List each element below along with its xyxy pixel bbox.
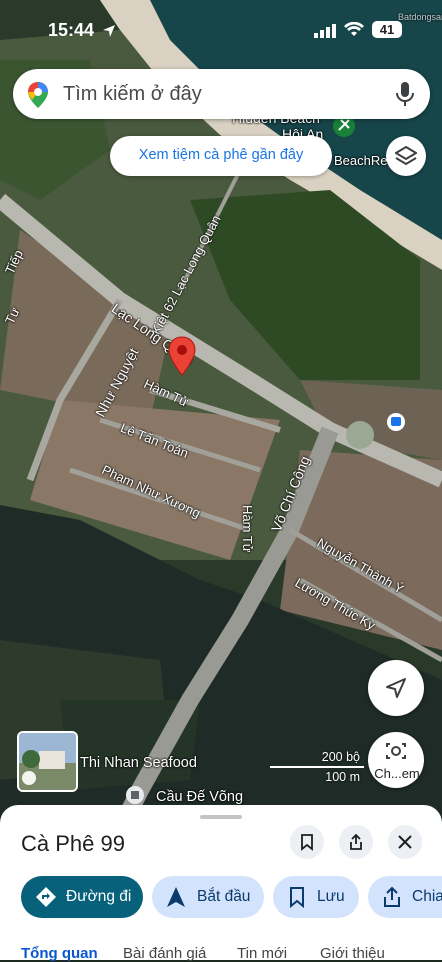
- map-label-ham-tu-2: Hàm Tử: [240, 505, 255, 553]
- share-button[interactable]: [339, 825, 373, 859]
- place-bottom-sheet[interactable]: Cà Phê 99 Đường đi Bắt đầu Lưu Chia Tổng…: [0, 805, 442, 962]
- share-action-label: Chia: [412, 888, 442, 905]
- scale-metric: 100 m: [325, 770, 360, 784]
- bookmark-icon: [301, 834, 313, 851]
- map-label-cau-de-vong: Cầu Đế Võng: [156, 789, 244, 805]
- share-icon: [350, 833, 362, 850]
- camera-lens-icon: [386, 743, 406, 759]
- street-view-image: [19, 733, 76, 790]
- lens-button-label: Ch...em: [374, 766, 420, 781]
- map-label-thi-nhan-seafood: Thi Nhan Seafood: [80, 755, 197, 771]
- navigation-start-icon: [167, 887, 185, 907]
- save-label: Lưu: [317, 888, 345, 905]
- tab-updates[interactable]: Tin mới: [237, 945, 287, 962]
- place-title: Cà Phê 99: [21, 831, 125, 856]
- status-time: 15:44: [48, 20, 95, 40]
- close-icon: [398, 835, 412, 849]
- wifi-icon: [344, 22, 364, 36]
- start-label: Bắt đầu: [197, 888, 251, 905]
- location-arrow-icon: [103, 25, 115, 37]
- directions-label: Đường đi: [66, 888, 132, 905]
- directions-icon: [36, 887, 56, 907]
- nearby-coffee-chip[interactable]: Xem tiệm cà phê gần đây: [110, 136, 332, 176]
- bridge-poi-icon[interactable]: [125, 785, 145, 805]
- street-view-thumbnail[interactable]: [17, 731, 78, 792]
- bus-stop-icon[interactable]: [386, 412, 406, 432]
- signal-icon: [314, 24, 336, 38]
- lens-button[interactable]: Ch...em: [368, 732, 424, 788]
- scale-bar: [270, 766, 364, 768]
- map-scale: 200 bộ 100 m: [270, 750, 366, 786]
- sheet-drag-handle[interactable]: [200, 815, 242, 819]
- status-bar: 15:44 41: [0, 0, 442, 60]
- my-location-button[interactable]: [368, 660, 424, 716]
- directions-button[interactable]: Đường đi: [21, 876, 143, 918]
- microphone-icon[interactable]: [395, 81, 415, 107]
- place-tabs: Tổng quan Bài đánh giá Tin mới Giới thiệ…: [0, 942, 442, 962]
- tab-about[interactable]: Giới thiệu: [320, 945, 385, 962]
- nearby-coffee-chip-label: Xem tiệm cà phê gần đây: [138, 147, 304, 163]
- google-maps-logo-icon: [28, 82, 48, 108]
- battery-indicator: 41: [372, 21, 402, 38]
- scale-imperial: 200 bộ: [321, 750, 360, 764]
- layers-icon: [395, 145, 417, 166]
- start-button[interactable]: Bắt đầu: [152, 876, 264, 918]
- navigation-arrow-icon: [386, 678, 406, 698]
- search-input[interactable]: Tìm kiếm ở đây: [63, 83, 202, 106]
- tab-overview[interactable]: Tổng quan: [21, 945, 98, 962]
- save-bookmark-button[interactable]: [290, 825, 324, 859]
- save-bookmark-icon: [290, 887, 304, 908]
- layers-button[interactable]: [386, 136, 426, 176]
- save-button[interactable]: Lưu: [273, 876, 359, 918]
- search-bar[interactable]: Tìm kiếm ở đây: [13, 69, 430, 119]
- close-button[interactable]: [388, 825, 422, 859]
- location-pin-icon[interactable]: [168, 336, 196, 376]
- share-action-button[interactable]: Chia: [368, 876, 442, 918]
- tab-reviews[interactable]: Bài đánh giá: [123, 945, 206, 962]
- share-action-icon: [384, 886, 400, 907]
